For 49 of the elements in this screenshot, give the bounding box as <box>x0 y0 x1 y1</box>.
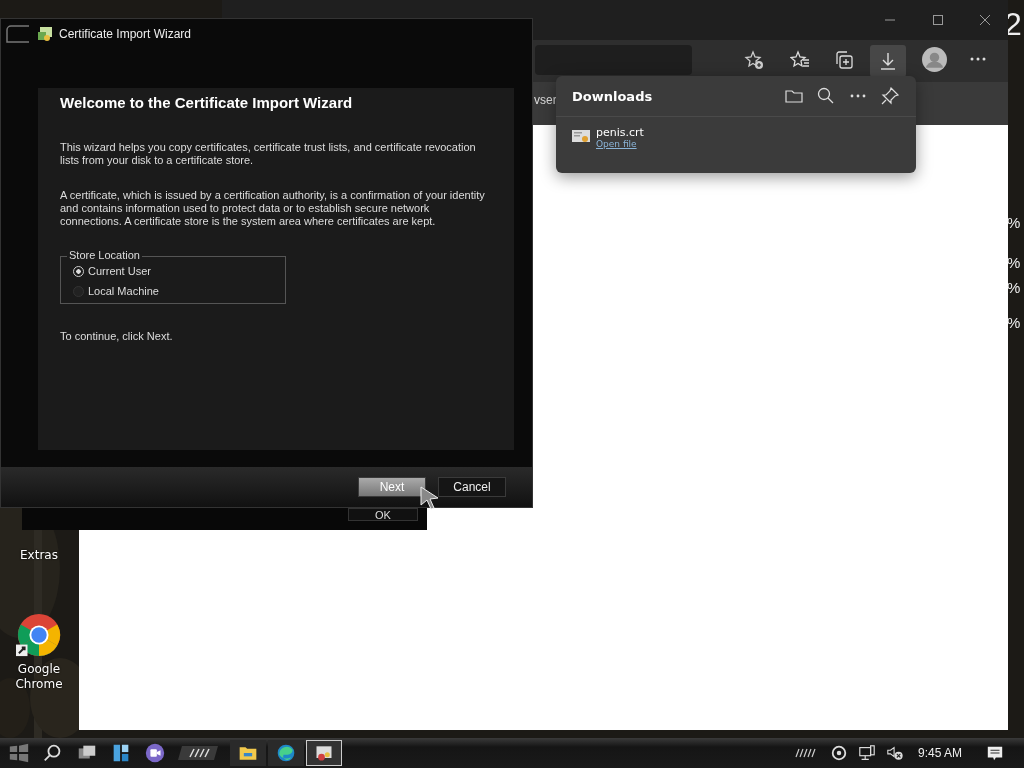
desktop-icon-label[interactable]: Extras <box>4 548 74 563</box>
avatar-icon[interactable] <box>922 47 947 72</box>
close-icon[interactable] <box>979 14 991 26</box>
window-title: Certificate Import Wizard <box>59 26 192 41</box>
cut-off-text: % <box>1007 254 1021 271</box>
desktop-icon-label[interactable]: Google Chrome <box>4 662 74 692</box>
volume-muted-icon[interactable] <box>885 744 904 762</box>
target-icon[interactable] <box>829 744 848 762</box>
certificate-icon <box>37 25 53 42</box>
star-plus-icon[interactable] <box>744 50 764 70</box>
certificate-file-icon <box>572 130 590 144</box>
back-icon[interactable] <box>5 23 31 44</box>
certificate-icon <box>314 743 334 763</box>
taskbar-app-button[interactable] <box>268 740 304 766</box>
download-button[interactable] <box>870 45 906 77</box>
cut-off-text: vser <box>534 93 557 107</box>
cut-off-text: % <box>1007 279 1021 296</box>
cancel-button[interactable]: Cancel <box>438 477 506 497</box>
description-text: This wizard helps you copy certificates, certificate trust lists, and certificate revocation lists from your disk to a certificate store. <box>60 141 477 167</box>
ok-button[interactable]: OK <box>348 508 418 521</box>
cut-off-text: % <box>1007 214 1021 231</box>
group-label: Store Location <box>67 249 142 261</box>
file-name[interactable]: penis.crt <box>596 126 644 139</box>
edge-icon <box>276 743 296 763</box>
cursor-icon <box>420 486 440 512</box>
more-icon[interactable] <box>970 57 986 61</box>
wizard-heading: Welcome to the Certificate Import Wizard <box>60 94 354 111</box>
panel-title: Downloads <box>572 88 653 104</box>
instruction-text: To continue, click Next. <box>60 330 174 343</box>
download-icon <box>878 51 898 71</box>
chrome-icon[interactable] <box>16 612 62 658</box>
open-file-link[interactable]: Open file <box>596 139 644 149</box>
favorites-icon[interactable] <box>790 50 810 70</box>
chat-icon[interactable] <box>144 742 166 764</box>
radio-label[interactable]: Local Machine <box>88 285 159 297</box>
description-text: A certificate, which is issued by a certification authority, is a confirmation of your identity and contains information used to protect data or to establish secure network connections. A certificate store is the system area where certificates are kept. <box>60 189 486 228</box>
windows-logo-icon[interactable] <box>8 742 30 764</box>
notification-icon[interactable] <box>986 744 1004 762</box>
grip-icon <box>178 746 218 760</box>
taskbar-app-button[interactable] <box>306 740 342 766</box>
search-icon[interactable] <box>816 86 836 106</box>
collections-icon[interactable] <box>834 50 854 70</box>
radio-label[interactable]: Current User <box>88 265 151 277</box>
network-icon[interactable] <box>857 744 876 762</box>
pin-icon[interactable] <box>880 86 900 106</box>
clock[interactable]: 9:45 AM <box>917 746 962 760</box>
cut-off-text: % <box>1007 314 1021 331</box>
taskbar-app-button[interactable] <box>230 740 266 766</box>
maximize-icon[interactable] <box>932 14 944 26</box>
